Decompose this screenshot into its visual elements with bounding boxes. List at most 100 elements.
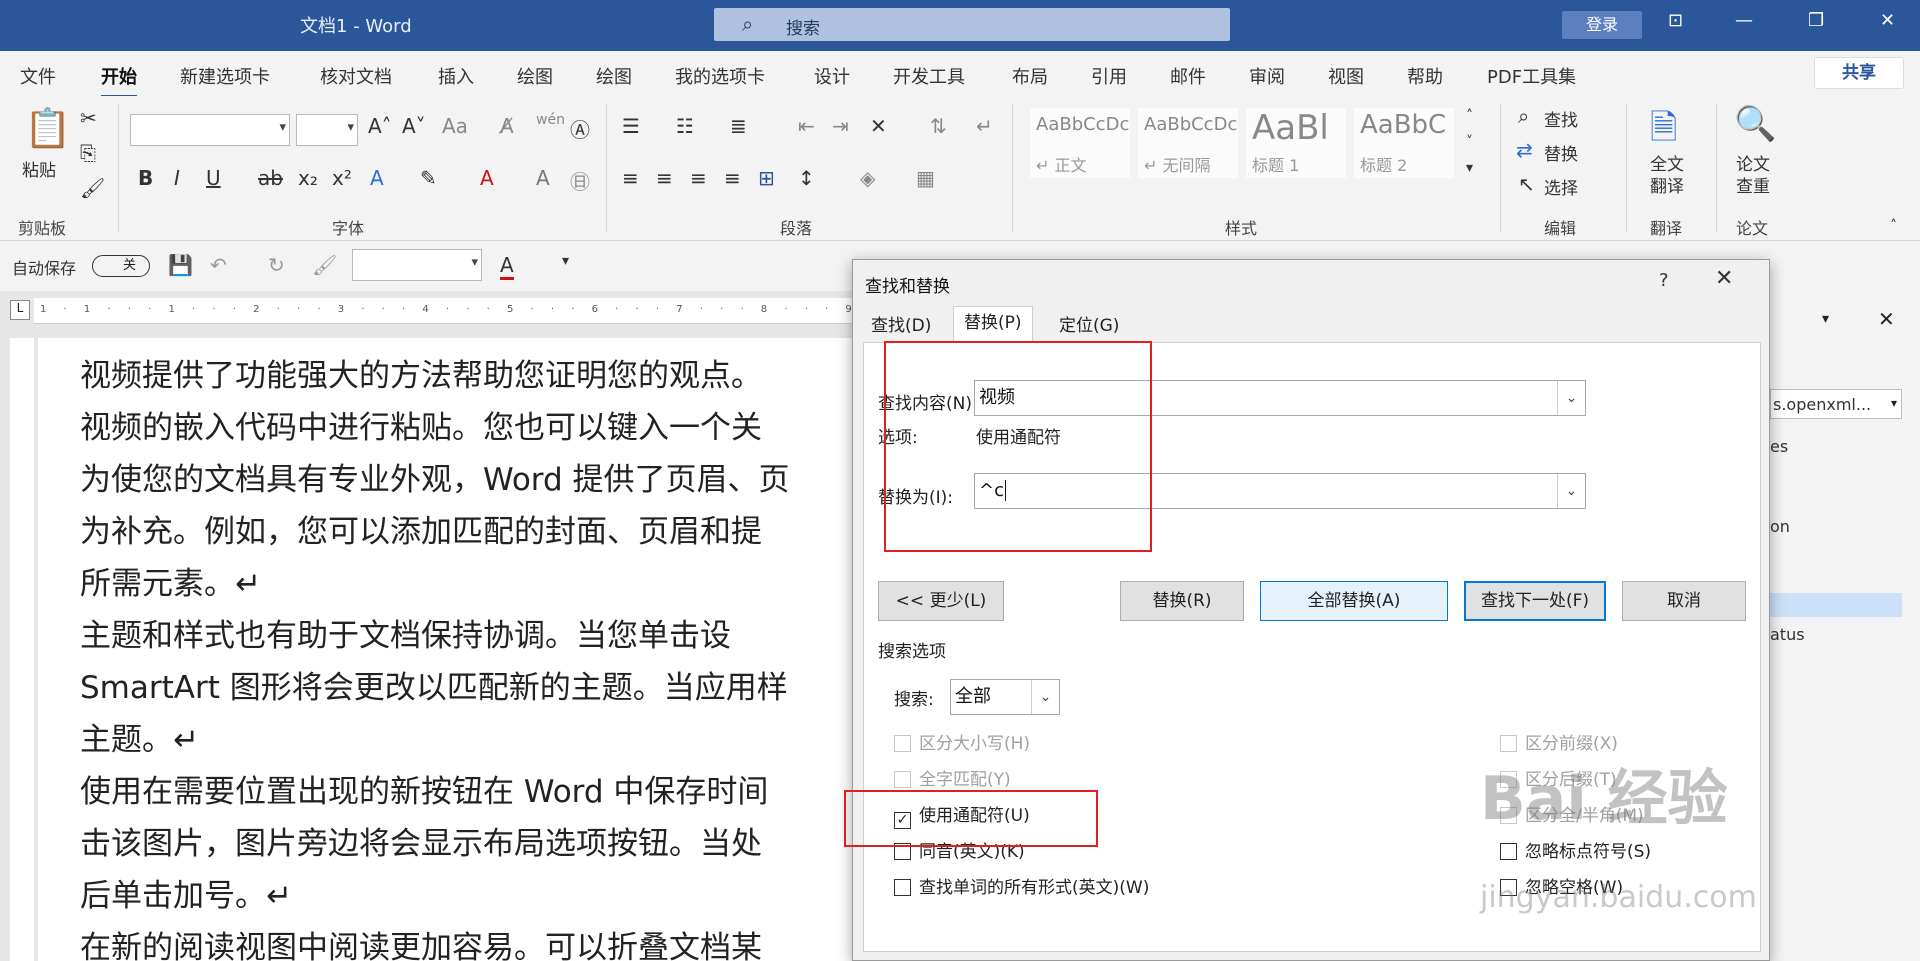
pane-options-icon[interactable]: ▾ [1822, 311, 1829, 327]
underline-icon[interactable]: U [206, 166, 221, 190]
tab-dev[interactable]: 开发工具 [893, 63, 965, 89]
share-button[interactable]: 共享 [1814, 57, 1904, 89]
doc-line[interactable]: 为使您的文档具有专业外观，Word 提供了页眉、页 [80, 454, 790, 499]
doc-line[interactable]: 击该图片，图片旁边将会显示布局选项按钮。当处 [80, 818, 762, 863]
styles-down-icon[interactable]: ˅ [1466, 134, 1473, 150]
save-icon[interactable]: 💾 [168, 253, 193, 277]
pane-item[interactable]: atus [1770, 625, 1805, 644]
doc-line[interactable]: 主题。↵ [80, 714, 199, 759]
checkbox-word-forms[interactable]: 查找单词的所有形式(英文)(W) [894, 873, 1149, 898]
replace-all-button[interactable]: 全部替换(A) [1260, 581, 1448, 621]
search-direction-select[interactable]: 全部 ⌄ [950, 679, 1060, 715]
sort-icon[interactable]: ⇅ [930, 114, 947, 138]
shrink-font-icon[interactable]: A˅ [402, 114, 426, 138]
format-painter-icon[interactable]: 🖌 [80, 176, 105, 200]
multilevel-icon[interactable]: ≣ [730, 114, 747, 138]
translate-icon[interactable]: 🗎 [1650, 104, 1677, 161]
italic-icon[interactable]: I [174, 166, 180, 190]
tab-find[interactable]: 查找(D) [861, 310, 941, 342]
find-label[interactable]: 查找 [1544, 106, 1578, 131]
pane-close-icon[interactable]: ✕ [1878, 307, 1895, 331]
styles-up-icon[interactable]: ˄ [1466, 108, 1473, 124]
help-icon[interactable]: ? [1659, 270, 1669, 291]
tab-design[interactable]: 设计 [814, 63, 850, 89]
pane-selected-item[interactable] [1770, 593, 1902, 617]
superscript-icon[interactable]: x² [332, 166, 352, 190]
chevron-down-icon[interactable]: ⌄ [1557, 381, 1585, 415]
cancel-button[interactable]: 取消 [1622, 581, 1746, 621]
highlight-icon[interactable]: ✎ [420, 166, 437, 190]
redo-icon[interactable]: ↻ [268, 253, 285, 277]
font-name-combo[interactable]: ▾ [130, 114, 290, 146]
style-normal[interactable]: AaBbCcDc ↵ 正文 [1030, 108, 1130, 178]
align-left-icon[interactable]: ≡ [622, 166, 639, 190]
find-next-button[interactable]: 查找下一处(F) [1464, 581, 1606, 621]
doc-line[interactable]: 所需元素。↵ [80, 558, 261, 603]
doc-line[interactable]: 视频提供了功能强大的方法帮助您证明您的观点。 [80, 350, 762, 395]
paper-check-label[interactable]: 论文 查重 [1736, 154, 1770, 198]
char-shading-icon[interactable]: A [536, 166, 550, 190]
borders-icon[interactable]: ▦ [916, 166, 935, 190]
font-size-combo[interactable]: ▾ [296, 114, 358, 146]
font-color-icon[interactable]: A [480, 166, 494, 190]
decrease-indent-icon[interactable]: ⇤ [798, 114, 815, 138]
qat-style-combo[interactable]: ▾ [352, 249, 482, 281]
phonetic-icon[interactable]: wén [536, 112, 565, 128]
subscript-icon[interactable]: x₂ [298, 166, 318, 190]
line-spacing-icon[interactable]: ↕ [798, 166, 815, 190]
ribbon-display-icon[interactable]: ⊡ [1668, 10, 1683, 31]
restore-icon[interactable]: ❐ [1808, 10, 1824, 31]
doc-line[interactable]: 在新的阅读视图中阅读更加容易。可以折叠文档某 [80, 922, 762, 961]
doc-line[interactable]: SmartArt 图形将会更改以匹配新的主题。当应用样 [80, 662, 788, 707]
tab-insert[interactable]: 插入 [438, 63, 474, 89]
tab-help[interactable]: 帮助 [1407, 63, 1443, 89]
autosave-toggle[interactable]: 关 [92, 255, 150, 277]
tab-replace[interactable]: 替换(P) [953, 306, 1033, 342]
translate-label[interactable]: 全文 翻译 [1650, 154, 1684, 198]
shading-icon[interactable]: ◈ [860, 166, 875, 190]
tab-draw2[interactable]: 绘图 [596, 63, 632, 89]
find-icon[interactable]: ⌕ [1518, 104, 1529, 128]
pane-combo[interactable]: s.openxml... ▾ [1770, 389, 1902, 419]
vertical-ruler[interactable] [10, 338, 34, 961]
doc-line[interactable]: 后单击加号。↵ [80, 870, 292, 915]
close-icon[interactable]: ✕ [1715, 266, 1733, 291]
style-heading2[interactable]: AaBbC 标题 2 [1354, 108, 1454, 178]
tab-proof[interactable]: 核对文档 [320, 63, 392, 89]
tab-home[interactable]: 开始 [101, 63, 137, 98]
checkbox-whole-word[interactable]: 全字匹配(Y) [894, 765, 1011, 790]
tab-pdf[interactable]: PDF工具集 [1487, 63, 1576, 89]
distributed-icon[interactable]: ⊞ [758, 166, 775, 190]
format-painter-qat-icon[interactable]: 🖌 [312, 253, 337, 277]
style-no-spacing[interactable]: AaBbCcDc ↵ 无间隔 [1138, 108, 1238, 178]
numbering-icon[interactable]: ☷ [676, 114, 694, 138]
styles-more-icon[interactable]: ▾ [1466, 160, 1473, 176]
doc-line[interactable]: 视频的嵌入代码中进行粘贴。您也可以键入一个关 [80, 402, 762, 447]
enclose-char-icon[interactable]: ㊐ [570, 166, 590, 195]
justify-icon[interactable]: ≡ [724, 166, 741, 190]
tab-review[interactable]: 审阅 [1249, 63, 1285, 89]
paste-icon[interactable]: 📋 [24, 106, 71, 151]
replace-icon[interactable]: ⇄ [1516, 138, 1533, 162]
copy-icon[interactable]: ⎘ [80, 141, 96, 165]
customize-qat-icon[interactable]: ▾ [562, 253, 569, 269]
tab-refs[interactable]: 引用 [1091, 63, 1127, 89]
strikethrough-icon[interactable]: ab [258, 166, 283, 190]
chevron-down-icon[interactable]: ⌄ [1557, 474, 1585, 508]
doc-line[interactable]: 为补充。例如，您可以添加匹配的封面、页眉和提 [80, 506, 762, 551]
search-box[interactable]: ⌕ 搜索 [714, 8, 1230, 41]
checkbox-ignore-punct[interactable]: 忽略标点符号(S) [1500, 837, 1651, 862]
tab-view[interactable]: 视图 [1328, 63, 1364, 89]
select-label[interactable]: 选择 [1544, 174, 1578, 199]
style-heading1[interactable]: AaBl 标题 1 [1246, 108, 1346, 178]
clear-format-icon[interactable]: A̸ [500, 114, 514, 138]
align-center-icon[interactable]: ≡ [656, 166, 673, 190]
checkbox-match-case[interactable]: 区分大小写(H) [894, 729, 1030, 754]
cut-icon[interactable]: ✂ [80, 106, 97, 130]
collapse-ribbon-icon[interactable]: ˄ [1890, 218, 1897, 234]
select-icon[interactable]: ↖ [1518, 172, 1535, 196]
undo-icon[interactable]: ↶ [210, 253, 227, 277]
paper-check-icon[interactable]: 🔍 [1734, 104, 1776, 144]
tab-stop-icon[interactable]: L [10, 300, 30, 320]
text-effect-icon[interactable]: A [370, 166, 384, 190]
